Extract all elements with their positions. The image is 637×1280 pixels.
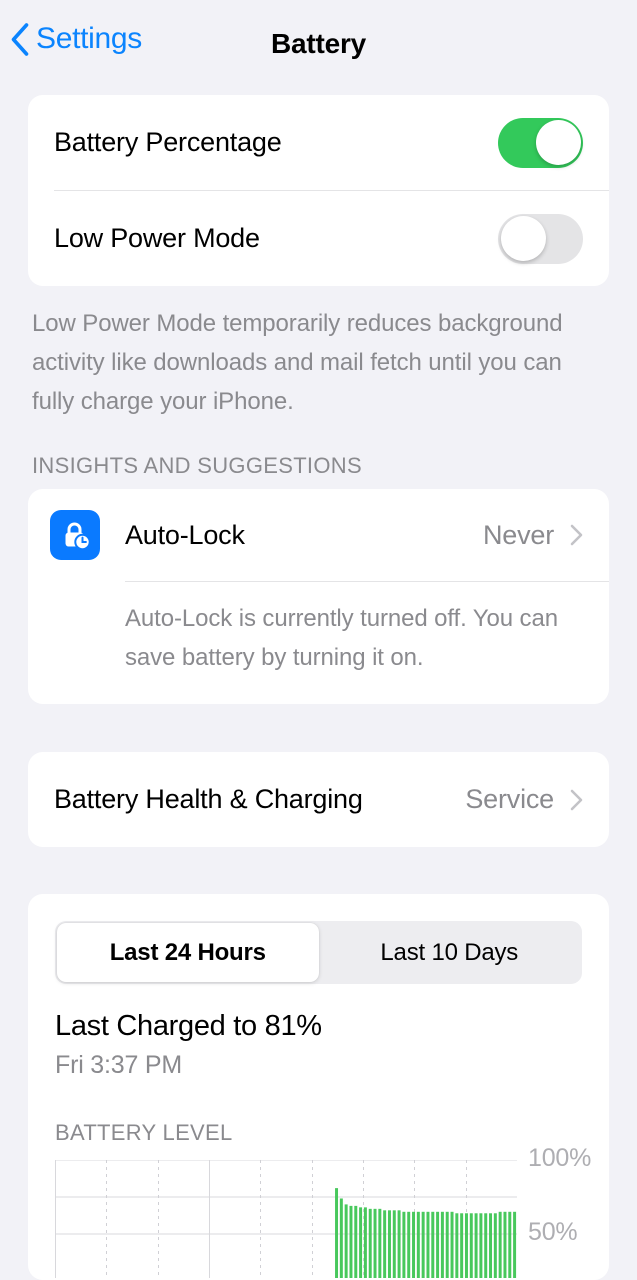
chart-bar (469, 1213, 473, 1279)
auto-lock-description: Auto-Lock is currently turned off. You c… (125, 605, 558, 672)
low-power-mode-label: Low Power Mode (54, 223, 260, 253)
chart-bar (359, 1207, 363, 1279)
chart-bar (349, 1205, 353, 1279)
page-title: Battery (270, 28, 367, 59)
chart-bar (387, 1210, 391, 1279)
battery-settings-screen: Settings Battery Battery Percentage Low … (0, 0, 637, 1280)
toggle-knob (535, 120, 581, 165)
chart-bar (440, 1211, 444, 1279)
battery-level-chart[interactable] (55, 1160, 517, 1279)
battery-percentage-label: Battery Percentage (54, 127, 282, 157)
battery-usage-card: Last 24 Hours Last 10 Days Last Charged … (28, 894, 609, 1280)
chart-bar (474, 1213, 478, 1279)
battery-health-value: Service (465, 784, 554, 815)
insights-section-header: INSIGHTS AND SUGGESTIONS (32, 453, 362, 479)
chart-bar (397, 1210, 401, 1279)
low-power-mode-toggle[interactable] (498, 213, 583, 264)
chart-bar (450, 1211, 454, 1279)
chart-bar (431, 1211, 435, 1279)
auto-lock-card: Auto-Lock Never Auto-Lock is currently t… (28, 489, 609, 705)
chart-bar (363, 1207, 367, 1279)
chart-bar (407, 1211, 411, 1279)
chart-bar (503, 1211, 507, 1279)
chart-bar (412, 1211, 416, 1279)
chart-bar (455, 1213, 459, 1279)
chart-bar (460, 1213, 464, 1279)
low-power-mode-row[interactable]: Low Power Mode (28, 191, 609, 286)
chart-bar (335, 1188, 339, 1279)
y-axis-label-100: 100% (528, 1144, 592, 1173)
chevron-right-icon (570, 789, 583, 810)
lock-clock-icon (50, 510, 100, 561)
time-range-segmented-control[interactable]: Last 24 Hours Last 10 Days (55, 921, 582, 985)
chart-bar (436, 1211, 440, 1279)
toggle-knob (500, 216, 546, 261)
chart-y-axis-labels: 100% 50% (528, 1144, 609, 1278)
chart-bar (378, 1208, 382, 1279)
chart-bar (373, 1208, 377, 1279)
battery-percentage-toggle[interactable] (498, 117, 583, 168)
battery-health-label: Battery Health & Charging (54, 784, 363, 815)
last-charged-title: Last Charged to 81% (55, 1010, 322, 1043)
chart-bar (479, 1213, 483, 1279)
navigation-bar: Settings Battery (0, 0, 637, 95)
chart-bar (445, 1211, 449, 1279)
chart-wrapper: 100% 50% (28, 1144, 609, 1280)
chart-bar (416, 1211, 420, 1279)
chart-bar (498, 1211, 502, 1279)
chart-bar (426, 1211, 430, 1279)
auto-lock-value: Never (482, 519, 554, 550)
chart-title: BATTERY LEVEL (55, 1120, 233, 1146)
chart-bar (513, 1211, 517, 1279)
auto-lock-label: Auto-Lock (125, 519, 245, 550)
low-power-mode-description: Low Power Mode temporarily reduces backg… (32, 310, 563, 416)
chart-bar (344, 1204, 348, 1279)
segment-last-10-days[interactable]: Last 10 Days (319, 923, 581, 982)
last-charged-time: Fri 3:37 PM (55, 1051, 182, 1080)
battery-toggles-card: Battery Percentage Low Power Mode (28, 95, 609, 286)
chart-bar (421, 1211, 425, 1279)
chart-bar (464, 1213, 468, 1279)
chevron-right-icon (570, 525, 583, 546)
chart-bar (354, 1205, 358, 1279)
chart-bar (368, 1208, 372, 1279)
chart-bar (383, 1210, 387, 1279)
chart-bar (392, 1210, 396, 1279)
battery-percentage-row[interactable]: Battery Percentage (28, 95, 609, 190)
chart-bar (508, 1211, 512, 1279)
battery-health-card: Battery Health & Charging Service (28, 752, 609, 848)
battery-level-chart-section: BATTERY LEVEL 100% 50% (28, 1120, 609, 1280)
chart-bar (493, 1213, 497, 1279)
auto-lock-row[interactable]: Auto-Lock Never (28, 489, 609, 581)
battery-health-row[interactable]: Battery Health & Charging Service (28, 752, 609, 847)
chart-bar (402, 1211, 406, 1279)
segment-last-24-hours[interactable]: Last 24 Hours (57, 923, 319, 983)
y-axis-label-50: 50% (528, 1218, 578, 1247)
chart-bar (489, 1213, 493, 1279)
chart-bar (339, 1198, 343, 1279)
chart-bar (484, 1213, 488, 1279)
